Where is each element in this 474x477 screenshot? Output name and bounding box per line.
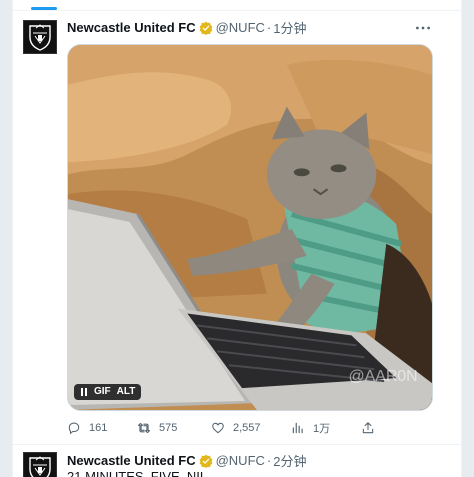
retweet-count: 575 [159,422,178,434]
pause-icon[interactable] [78,388,90,396]
retweet-button[interactable]: 575 [137,421,177,435]
timestamp[interactable]: 2分钟 [273,451,306,470]
like-count: 2,557 [233,422,261,434]
views-icon [292,422,303,434]
club-crest-icon [29,24,51,51]
separator: · [266,453,272,468]
verified-badge-icon [199,21,213,35]
reply-button[interactable]: 161 [67,421,107,435]
tweet-header: Newcastle United FC @NUFC · 2分钟 [67,451,306,470]
avatar[interactable] [23,452,57,477]
watermark: @AAR0N [348,368,417,385]
tweet-media-gif[interactable]: @AAR0N GIF ALT [67,44,433,411]
like-button[interactable]: 2,557 [211,421,261,435]
more-icon[interactable] [415,18,431,34]
alt-badge[interactable]: ALT [115,386,138,398]
author-name[interactable]: Newcastle United FC [67,20,196,35]
separator: · [266,20,272,35]
author-handle[interactable]: @NUFC [216,453,265,468]
timestamp[interactable]: 1分钟 [273,18,306,37]
tweet[interactable]: Newcastle United FC @NUFC · 2分钟 21 MINUT… [13,445,461,477]
share-button[interactable] [361,421,383,435]
author-name[interactable]: Newcastle United FC [67,453,196,468]
timeline: Newcastle United FC @NUFC · 1分钟 @AAR0N G… [12,0,462,477]
gif-badge: GIF [94,386,111,397]
like-icon [212,422,224,434]
reply-count: 161 [89,422,108,434]
avatar[interactable] [23,20,57,54]
author-handle[interactable]: @NUFC [216,20,265,35]
tweet-actions: 161 575 2,557 1万 [67,418,427,438]
cat-typing-image: @AAR0N [68,45,432,410]
views-button[interactable]: 1万 [291,420,330,436]
tweet[interactable]: Newcastle United FC @NUFC · 1分钟 @AAR0N G… [13,10,461,445]
views-count: 1万 [313,423,331,435]
reply-icon [68,422,80,435]
verified-badge-icon [199,454,213,468]
tweet-header: Newcastle United FC @NUFC · 1分钟 [67,18,306,37]
share-icon [362,422,374,434]
club-crest-icon [29,456,51,477]
tweet-text: 21 MINUTES. FIVE. NIL. [67,469,211,477]
media-badges: GIF ALT [74,384,142,400]
retweet-icon [137,422,151,434]
